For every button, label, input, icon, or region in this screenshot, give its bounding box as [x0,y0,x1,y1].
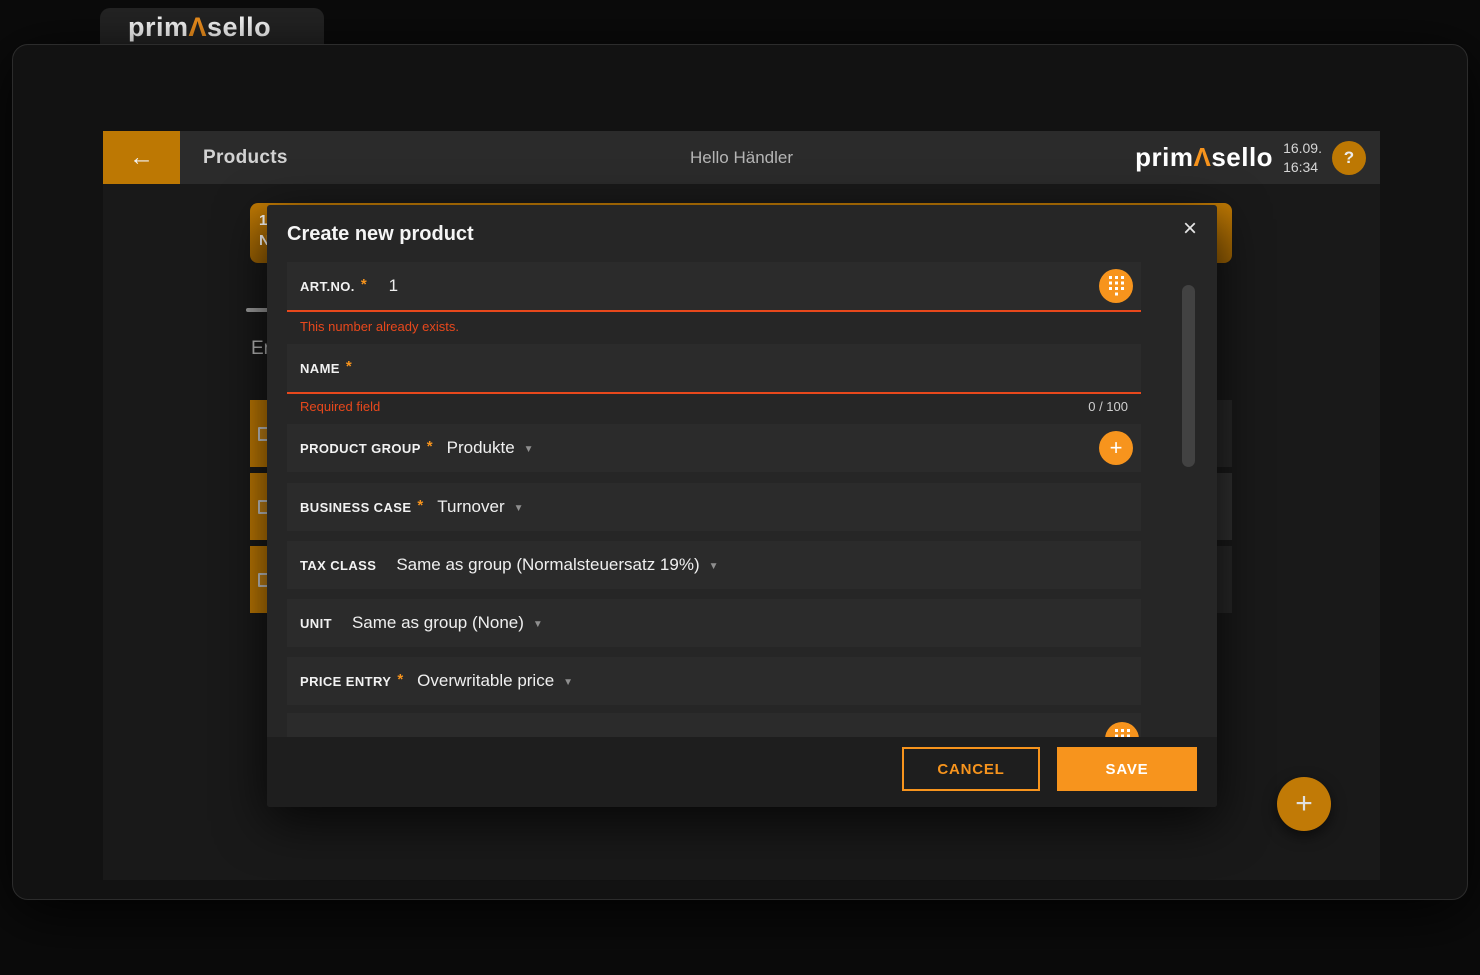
chevron-down-icon: ▼ [563,677,573,688]
date-label: 16.09. [1283,139,1322,157]
user-greeting: Hello Händler [690,148,793,168]
chevron-down-icon: ▼ [533,619,543,630]
add-product-group-button[interactable]: + [1099,431,1133,465]
chevron-down-icon: ▼ [524,444,534,455]
keypad-button[interactable] [1099,269,1133,303]
price-entry-select[interactable]: PRICE ENTRY * Overwritable price ▼ [287,657,1141,705]
field-value: Same as group (None) [352,613,524,633]
plus-icon: + [1295,787,1313,820]
field-value: Same as group (Normalsteuersatz 19%) [396,555,699,575]
error-text: This number already exists. [300,319,459,334]
field-value: Overwritable price [417,671,554,691]
time-label: 16:34 [1283,158,1322,176]
plus-icon: + [1110,437,1123,459]
primasello-logo: primΛsello [1135,142,1273,173]
field-label: PRICE ENTRY [300,674,391,689]
desktop: primΛsello ← Products Hello Händler prim… [0,0,1480,975]
required-asterisk: * [427,438,433,455]
artno-field[interactable]: ART.NO. * 1 [287,262,1141,312]
field-label: TAX CLASS [300,558,376,573]
field-value: 1 [389,276,398,296]
product-group-select[interactable]: PRODUCT GROUP * Produkte ▼ + [287,424,1141,472]
modal-footer: CANCEL SAVE [267,737,1217,807]
required-asterisk: * [346,358,352,375]
add-product-fab[interactable]: + [1277,777,1331,831]
artno-message-row: This number already exists. [287,319,1141,334]
scrollbar-thumb[interactable] [1182,285,1195,467]
close-icon: × [1183,215,1197,242]
name-field[interactable]: NAME * [287,344,1141,394]
name-message-row: Required field 0 / 100 [287,399,1141,414]
create-product-modal: Create new product × ART.NO. * 1 This nu [267,205,1217,807]
field-label: UNIT [300,616,332,631]
back-arrow-icon: ← [129,143,154,171]
question-icon: ? [1344,148,1354,167]
logo-text: sello [207,12,271,42]
lambda-icon: Λ [189,12,208,42]
required-asterisk: * [417,497,423,514]
logo-text: prim [1135,142,1193,172]
field-value: Produkte [447,438,515,458]
close-button[interactable]: × [1183,217,1197,241]
page-title: Products [203,147,288,169]
field-label: NAME [300,361,340,376]
back-button[interactable]: ← [103,131,180,184]
cancel-button[interactable]: CANCEL [902,747,1040,791]
field-value: Turnover [437,497,504,517]
header-right: primΛsello 16.09. 16:34 ? [1135,139,1366,175]
chevron-down-icon: ▼ [514,503,524,514]
logo-text: prim [128,12,189,42]
required-asterisk: * [397,671,403,688]
header-bar: ← Products Hello Händler primΛsello 16.0… [103,131,1380,184]
field-label: PRODUCT GROUP [300,441,421,456]
keypad-icon [1109,276,1124,296]
modal-title: Create new product [287,223,474,246]
error-text: Required field [300,399,380,414]
lambda-icon: Λ [1193,142,1211,172]
required-asterisk: * [361,276,367,293]
datetime: 16.09. 16:34 [1283,139,1322,175]
unit-select[interactable]: UNIT Same as group (None) ▼ [287,599,1141,647]
logo-text: sello [1211,142,1273,172]
tax-class-select[interactable]: TAX CLASS Same as group (Normalsteuersat… [287,541,1141,589]
chevron-down-icon: ▼ [709,561,719,572]
help-button[interactable]: ? [1332,141,1366,175]
field-label: ART.NO. [300,279,355,294]
primasello-logo: primΛsello [128,12,271,43]
browser-logo-tab: primΛsello [100,8,324,46]
save-button[interactable]: SAVE [1057,747,1197,791]
char-counter: 0 / 100 [1088,399,1128,414]
business-case-select[interactable]: BUSINESS CASE * Turnover ▼ [287,483,1141,531]
field-label: BUSINESS CASE [300,500,411,515]
